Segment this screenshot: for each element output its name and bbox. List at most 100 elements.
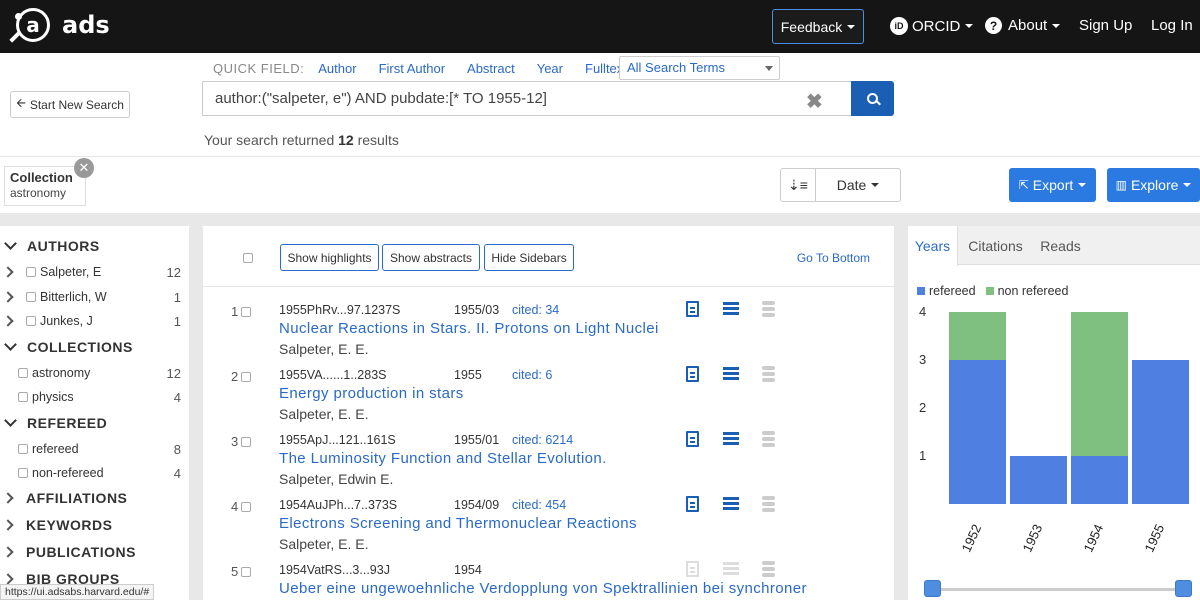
search-icon: [867, 93, 878, 104]
pub-date: 1954/09: [454, 498, 500, 512]
document-icon[interactable]: [686, 561, 699, 577]
database-icon: [762, 366, 775, 382]
collection-filter-chip: Collection astronomy: [4, 166, 86, 206]
chevron-right-icon: [2, 291, 14, 303]
quick-field-year[interactable]: Year: [537, 61, 563, 76]
sort-direction-icon[interactable]: ⇣≡: [781, 169, 816, 201]
result-title-link[interactable]: Nuclear Reactions in Stars. II. Protons …: [279, 320, 659, 337]
references-list-icon[interactable]: [723, 367, 739, 380]
explore-button[interactable]: ▥ Explore: [1107, 168, 1200, 202]
orcid-dropdown[interactable]: iD ORCID: [890, 17, 974, 35]
facet-authors-toggle[interactable]: AUTHORS: [4, 237, 100, 254]
y-tick-label: 3: [919, 352, 926, 367]
chevron-right-icon: [2, 266, 14, 278]
show-abstracts-button[interactable]: Show abstracts: [382, 244, 480, 271]
result-number: 4: [231, 499, 255, 514]
status-url: https://ui.adsabs.harvard.edu/#: [0, 584, 155, 600]
x-tick-label: 1953: [1020, 522, 1046, 555]
checkbox[interactable]: [18, 444, 28, 454]
quick-field-author[interactable]: Author: [318, 61, 356, 76]
go-to-bottom-link[interactable]: Go To Bottom: [797, 251, 870, 265]
show-highlights-button[interactable]: Show highlights: [280, 244, 379, 271]
document-icon[interactable]: [686, 366, 699, 382]
about-dropdown[interactable]: ? About: [985, 17, 1061, 34]
document-icon[interactable]: [686, 431, 699, 447]
references-list-icon[interactable]: [723, 497, 739, 510]
citation-count-link[interactable]: cited: 34: [512, 303, 559, 317]
chevron-down-icon: [4, 414, 17, 427]
checkbox[interactable]: [18, 392, 28, 402]
facet-item[interactable]: physics 4: [18, 390, 189, 405]
ads-logo[interactable]: a ads: [9, 8, 110, 43]
quick-field-first-author[interactable]: First Author: [379, 61, 445, 76]
facet-collections-toggle[interactable]: COLLECTIONS: [4, 338, 133, 355]
search-input[interactable]: author:("salpeter, e") AND pubdate:[* TO…: [202, 81, 852, 116]
divider: [0, 156, 1200, 157]
result-title-link[interactable]: Electrons Screening and Thermonuclear Re…: [279, 515, 637, 532]
result-title-link[interactable]: The Luminosity Function and Stellar Evol…: [279, 450, 607, 467]
tab-citations[interactable]: Citations: [963, 226, 1028, 265]
facet-item[interactable]: non-refereed 4: [18, 466, 189, 481]
results-toolbar: Show highlights Show abstracts Hide Side…: [203, 226, 894, 287]
checkbox[interactable]: [18, 468, 28, 478]
start-new-search-button[interactable]: 🡨 Start New Search: [10, 91, 130, 118]
sort-field-dropdown[interactable]: Date: [816, 169, 900, 201]
facet-affiliations-toggle[interactable]: AFFILIATIONS: [2, 490, 127, 506]
checkbox[interactable]: [26, 292, 36, 302]
bibcode: 1955PhRv...97.1237S: [279, 303, 401, 317]
legend-swatch-non-refereed: [985, 287, 994, 295]
quick-field-label: QUICK FIELD:: [213, 61, 305, 76]
result-item: 4 1954AuJPh...7..373S 1954/09 cited: 454 Ele…: [203, 494, 894, 558]
hide-sidebars-button[interactable]: Hide Sidebars: [484, 244, 574, 271]
year-slider-handle-min[interactable]: [924, 580, 941, 597]
result-title-link[interactable]: Energy production in stars: [279, 385, 464, 402]
orcid-icon: iD: [890, 17, 908, 35]
tab-years[interactable]: Years: [908, 226, 958, 266]
document-icon[interactable]: [686, 301, 699, 317]
checkbox[interactable]: [26, 316, 36, 326]
checkbox[interactable]: [26, 267, 36, 277]
facet-item[interactable]: Salpeter, E 12: [2, 265, 189, 280]
logo-text: ads: [62, 11, 110, 39]
result-checkbox[interactable]: [241, 566, 252, 577]
graphs-panel: Years Citations Reads refereed non refer…: [908, 226, 1200, 600]
remove-filter-icon[interactable]: ✕: [74, 158, 94, 178]
select-all-checkbox[interactable]: [243, 253, 253, 263]
checkbox[interactable]: [18, 368, 28, 378]
result-checkbox[interactable]: [241, 436, 252, 447]
result-checkbox[interactable]: [241, 501, 252, 512]
facet-item[interactable]: refereed 8: [18, 442, 189, 457]
citation-count-link[interactable]: cited: 454: [512, 498, 566, 512]
feedback-dropdown[interactable]: Feedback: [772, 9, 864, 44]
caret-down-icon: [1078, 183, 1087, 187]
tab-reads[interactable]: Reads: [1033, 226, 1088, 265]
result-title-link[interactable]: Ueber eine ungewoehnliche Verdopplung vo…: [279, 580, 807, 597]
document-icon[interactable]: [686, 496, 699, 512]
references-list-icon[interactable]: [723, 302, 739, 315]
export-button[interactable]: ⇱ Export: [1009, 168, 1096, 202]
bibcode: 1954VatRS...3...93J: [279, 563, 390, 577]
references-list-icon[interactable]: [723, 432, 739, 445]
facet-item[interactable]: Junkes, J1: [2, 314, 189, 329]
year-slider-handle-max[interactable]: [1175, 580, 1192, 597]
facet-refereed-toggle[interactable]: REFEREED: [4, 414, 107, 431]
references-list-icon[interactable]: [723, 562, 739, 575]
result-checkbox[interactable]: [241, 306, 252, 317]
result-checkbox[interactable]: [241, 371, 252, 382]
log-in-link[interactable]: Log In: [1151, 17, 1193, 34]
bar-non-refereed: [1071, 312, 1128, 456]
clear-search-icon[interactable]: ✖: [806, 89, 823, 114]
facet-publications-toggle[interactable]: PUBLICATIONS: [2, 544, 136, 560]
citation-count-link[interactable]: cited: 6: [512, 368, 552, 382]
quick-field-abstract[interactable]: Abstract: [467, 61, 515, 76]
sign-up-link[interactable]: Sign Up: [1079, 17, 1132, 34]
facet-keywords-toggle[interactable]: KEYWORDS: [2, 517, 112, 533]
result-item: 3 1955ApJ...121..161S 1955/01 cited: 6214 Th…: [203, 429, 894, 493]
chart-legend: refereed non refereed: [917, 284, 1068, 298]
citation-count-link[interactable]: cited: 6214: [512, 433, 573, 447]
search-terms-select[interactable]: All Search Terms: [619, 56, 780, 80]
legend-label: non refereed: [997, 284, 1069, 298]
facet-item[interactable]: astronomy 12: [18, 366, 189, 381]
search-button[interactable]: [851, 81, 894, 116]
facet-item[interactable]: Bitterlich, W1: [2, 290, 189, 305]
